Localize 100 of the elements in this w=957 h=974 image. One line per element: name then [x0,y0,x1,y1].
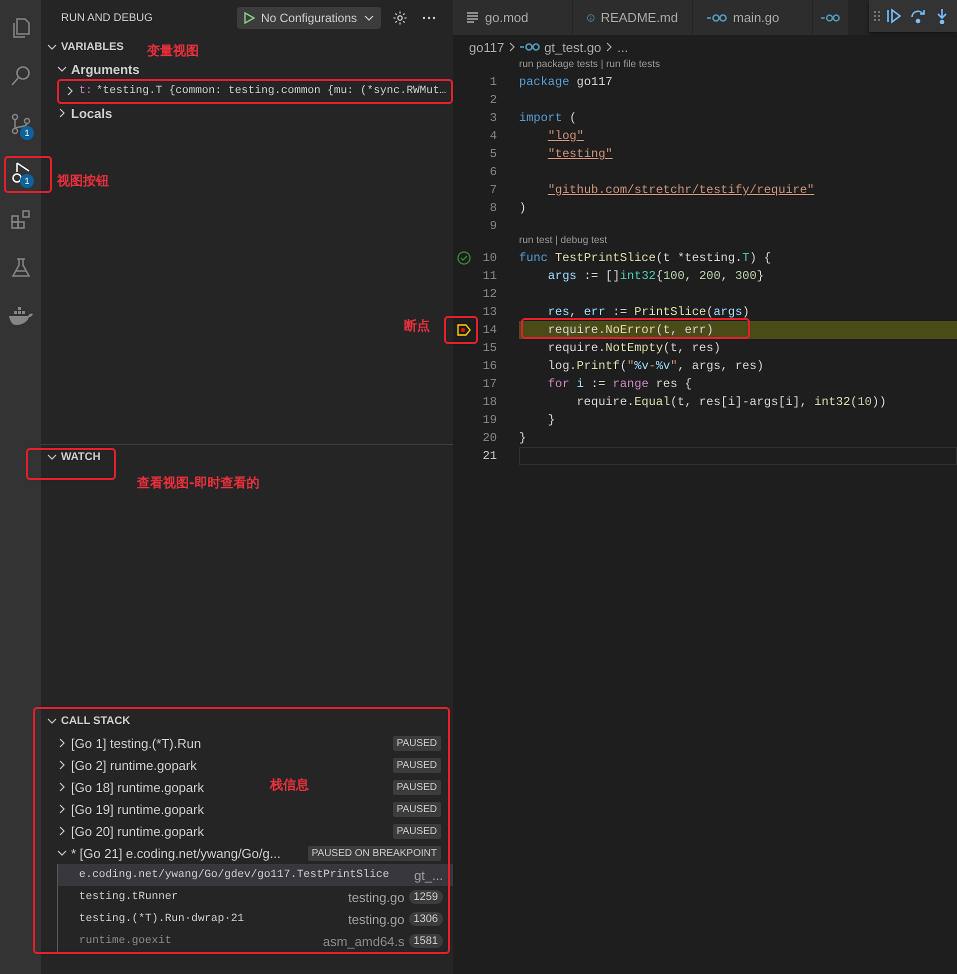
code-lens[interactable]: run test | debug test [519,235,608,246]
status-badge: PAUSED [392,758,441,772]
annotation-label: 变量视图 [147,42,199,60]
breadcrumb-item[interactable]: go117 [469,40,504,54]
code-line: package go117 [519,74,614,91]
line-number: 12 [482,287,497,301]
code-line: require.Equal(t, res[i]-args[i], int32(10)) [576,394,888,411]
thread-label[interactable]: [Go 20] runtime.gopark [71,824,204,838]
line-number: 5 [488,147,497,161]
editor-tab[interactable]: README.md [573,0,693,35]
continue-icon [886,8,902,24]
code-line: } [546,412,556,429]
line-number-badge: 1259 [408,890,443,904]
annotation-label: 断点 [404,318,430,335]
annotation-label: 视图按钮 [57,173,109,190]
whale-icon [8,305,34,327]
line-number: 14 [482,323,497,337]
activity-bar-item[interactable]: 1 [0,100,41,148]
status-badge: PAUSED [392,802,441,816]
line-number: 10 [482,251,497,265]
line-number: 19 [482,413,497,427]
thread-label[interactable]: * [Go 21] e.coding.net/ywang/Go/g... [71,846,281,860]
chevron-right-icon[interactable] [57,826,67,836]
highlight-frame [4,156,52,193]
line-number-badge: 1306 [408,912,443,926]
annotation-label: 栈信息 [270,777,309,794]
code-line: for i := range res { [546,376,693,393]
chevron-right-icon[interactable] [57,108,67,118]
lines-icon [467,12,479,23]
chevron-right-icon[interactable] [57,738,67,748]
drag-handle-icon[interactable] [873,10,881,22]
count-badge: 1 [20,126,34,140]
section-header[interactable]: CALL STACK [61,715,130,727]
status-badge: PAUSED [392,736,441,750]
section-header[interactable]: VARIABLES [61,41,124,53]
activity-bar-item[interactable]: 1 [0,148,41,196]
thread-label[interactable]: [Go 18] runtime.gopark [71,780,204,794]
code-line: res, err := PrintSlice(args) [546,304,750,321]
chevron-down-icon[interactable] [47,452,57,462]
editor-tab[interactable]: go.mod [453,0,573,35]
highlight-frame [444,316,478,344]
code-line: func TestPrintSlice(t *testing.T) { [519,250,772,267]
chevron-right-icon[interactable] [57,760,67,770]
chevron-down-icon[interactable] [57,64,67,74]
editor-tab[interactable]: main.go [693,0,813,35]
section-header[interactable]: WATCH [61,451,101,463]
breadcrumb-item[interactable]: gt_test.go [544,40,602,54]
line-number: 2 [488,93,497,107]
line-number: 8 [488,201,497,215]
line-number: 3 [488,111,497,125]
chevron-right-icon[interactable] [57,782,67,792]
code-line: ) [519,200,528,217]
thread-label[interactable]: [Go 1] testing.(*T).Run [71,736,202,750]
status-badge: PAUSED [392,824,441,838]
count-badge: 1 [20,174,34,188]
code-line: "testing" [546,146,614,163]
chevron-down-icon[interactable] [57,848,67,858]
stack-frame-row[interactable]: testing.(*T).Run·dwrap·21 testing.go 1306 [57,908,453,930]
thread-label[interactable]: [Go 19] runtime.gopark [71,802,204,816]
line-number: 9 [488,219,497,233]
status-badge: PAUSED [392,780,441,794]
test-passed-icon[interactable] [457,251,471,265]
chevron-down-icon[interactable] [47,716,57,726]
code-lens[interactable]: run package tests | run file tests [519,59,660,70]
status-badge: PAUSED ON BREAKPOINT [308,846,441,860]
stack-frame-row[interactable]: testing.tRunner testing.go 1259 [57,886,453,908]
editor-tab[interactable] [813,0,849,35]
code-line: "github.com/stretchr/testify/require" [546,182,816,199]
line-number: 18 [482,395,497,409]
code-line: log.Printf("%v-%v", args, res) [546,358,765,375]
line-number: 21 [482,449,497,463]
thread-label[interactable]: [Go 2] runtime.gopark [71,758,197,772]
line-number: 11 [482,269,497,283]
line-number: 17 [482,377,497,391]
annotation-label: 查看视图-即时查看的 [137,475,260,492]
scope-label[interactable]: Locals [71,106,112,120]
extensions-icon [8,208,32,232]
line-number: 13 [482,305,497,319]
line-number: 7 [488,183,497,197]
breakpoint-icon[interactable] [457,324,471,336]
stack-frame-row[interactable]: runtime.goexit asm_amd64.s 1581 [57,930,453,952]
line-number: 16 [482,359,497,373]
chevron-right-icon [605,42,614,52]
variable-row[interactable]: t: *testing.T {common: testing.common {mu: (*sync.RWMut… [65,80,446,102]
chevron-right-icon[interactable] [65,86,75,96]
line-number: 6 [488,165,497,179]
line-number: 20 [482,431,497,445]
panel-title: RUN AND DEBUG [61,12,154,24]
line-number: 15 [482,341,497,355]
breadcrumb-item[interactable]: ... [617,40,628,54]
step-over-icon [910,8,926,24]
code-line: args := []int32{100, 200, 300} [546,268,765,285]
configuration-dropdown[interactable]: No Configurations [236,7,381,29]
chevron-right-icon[interactable] [57,804,67,814]
scope-label[interactable]: Arguments [71,62,140,76]
line-number: 4 [488,129,497,143]
flask-icon [8,256,32,280]
stack-frame-row[interactable]: e.coding.net/ywang/Go/gdev/go117.TestPrintSlice gt_... [57,864,453,886]
chevron-down-icon[interactable] [47,42,57,52]
settings-icon [392,10,408,26]
